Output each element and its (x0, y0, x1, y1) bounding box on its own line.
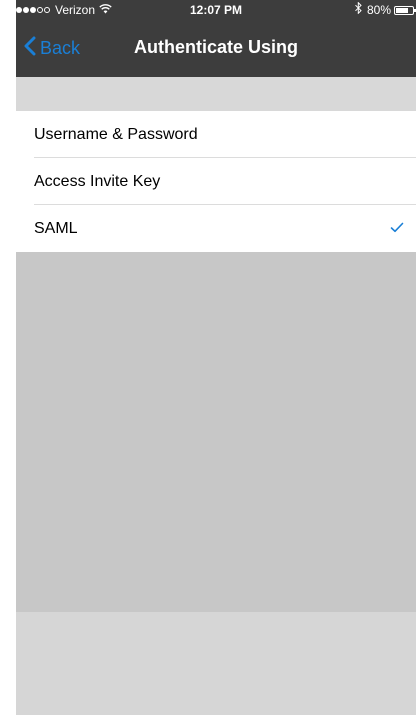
section-header-gap (16, 77, 416, 111)
phone-screen: Verizon 12:07 PM 80% Back Authenticate U… (16, 0, 416, 715)
auth-option-saml[interactable]: SAML (16, 205, 416, 252)
status-bar: Verizon 12:07 PM 80% (16, 0, 416, 20)
battery-fill (396, 7, 409, 13)
navigation-bar: Back Authenticate Using (16, 20, 416, 77)
bluetooth-icon (355, 0, 362, 20)
option-label: SAML (34, 219, 78, 237)
option-label: Access Invite Key (34, 172, 161, 190)
bottom-empty-area (16, 612, 416, 715)
checkmark-icon (390, 220, 404, 238)
battery-percent: 80% (366, 3, 391, 17)
auth-method-list: Username & Password Access Invite Key SA… (16, 111, 416, 252)
auth-option-access-invite-key[interactable]: Access Invite Key (16, 158, 416, 205)
auth-option-username-password[interactable]: Username & Password (16, 111, 416, 158)
status-right: 80% (355, 0, 416, 20)
option-label: Username & Password (34, 125, 198, 143)
battery-tip (414, 8, 416, 12)
battery-icon (394, 5, 416, 15)
page-title: Authenticate Using (133, 37, 298, 57)
empty-content-area (16, 252, 416, 612)
